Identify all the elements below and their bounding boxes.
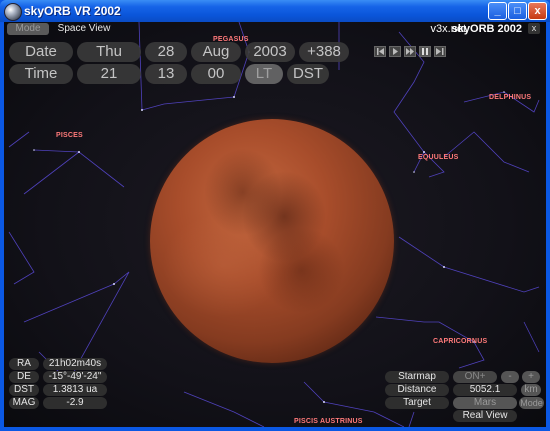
- constellation-label-pisces[interactable]: PISCES: [56, 132, 83, 139]
- real-view-button[interactable]: Real View: [453, 410, 517, 422]
- fast-forward-icon[interactable]: [404, 46, 416, 57]
- sky-view[interactable]: PEGASUS PISCES DELPHINUS EQUULEUS CAPRIC…: [4, 22, 546, 427]
- space-view-menu[interactable]: Space View: [54, 23, 114, 35]
- distance-unit-button[interactable]: km: [521, 384, 541, 396]
- zoom-in-button[interactable]: +: [522, 371, 540, 383]
- starmap-toggle[interactable]: ON+: [453, 371, 497, 383]
- distance-label: Distance: [385, 384, 449, 396]
- de-value: -15°-49'-24": [43, 371, 107, 383]
- target-label: Target: [385, 397, 449, 409]
- close-button[interactable]: x: [528, 2, 547, 20]
- date-label: Date: [9, 42, 73, 62]
- play-icon[interactable]: [389, 46, 401, 57]
- magnitude-value: -2.9: [43, 397, 107, 409]
- starmap-label: Starmap: [385, 371, 449, 383]
- day-field[interactable]: 28: [145, 42, 187, 62]
- constellation-label-piscis-austrinus[interactable]: PISCIS AUSTRINUS: [294, 418, 363, 425]
- app-window: skyORB VR 2002 _ □ x PEGASUS PISCES DELP…: [0, 0, 550, 431]
- hour-field[interactable]: 21: [77, 64, 141, 84]
- dst-toggle[interactable]: DST: [287, 64, 329, 84]
- pause-icon[interactable]: [419, 46, 431, 57]
- window-title: skyORB VR 2002: [24, 4, 121, 18]
- skyorb-app-icon[interactable]: [4, 3, 22, 21]
- step-forward-icon[interactable]: [434, 46, 446, 57]
- local-time-toggle[interactable]: LT: [245, 64, 283, 84]
- zoom-out-button[interactable]: -: [501, 371, 519, 383]
- month-field[interactable]: Aug: [191, 42, 241, 62]
- minimize-button[interactable]: _: [488, 2, 507, 20]
- brand-name: skyORB 2002: [451, 23, 522, 35]
- time-label: Time: [9, 64, 73, 84]
- menu-bar: Mode Space View v3x.net skyORB 2002 x: [4, 22, 546, 37]
- constellation-label-equuleus[interactable]: EQUULEUS: [418, 154, 459, 161]
- constellation-label-delphinus[interactable]: DELPHINUS: [489, 94, 531, 101]
- constellation-label-capricornus[interactable]: CAPRICORNUS: [433, 338, 487, 345]
- mars-planet[interactable]: [150, 119, 394, 363]
- day-offset-field[interactable]: +388: [299, 42, 349, 62]
- ra-label: RA: [9, 358, 39, 370]
- de-label: DE: [9, 371, 39, 383]
- distance-au-label: DST: [9, 384, 39, 396]
- target-select[interactable]: Mars: [453, 397, 517, 409]
- title-bar[interactable]: skyORB VR 2002 _ □ x: [0, 0, 550, 22]
- target-mode-button[interactable]: Mode: [519, 397, 544, 409]
- weekday-field[interactable]: Thu: [77, 42, 141, 62]
- minute-field[interactable]: 13: [145, 64, 187, 84]
- close-overlay-button[interactable]: x: [528, 23, 540, 34]
- distance-value[interactable]: 5052.1: [453, 384, 517, 396]
- ra-value: 21h02m40s: [43, 358, 107, 370]
- magnitude-label: MAG: [9, 397, 39, 409]
- mode-menu[interactable]: Mode: [7, 23, 49, 35]
- year-field[interactable]: 2003: [245, 42, 295, 62]
- maximize-button[interactable]: □: [508, 2, 527, 20]
- second-field[interactable]: 00: [191, 64, 241, 84]
- distance-au-value: 1.3813 ua: [43, 384, 107, 396]
- rewind-icon[interactable]: [374, 46, 386, 57]
